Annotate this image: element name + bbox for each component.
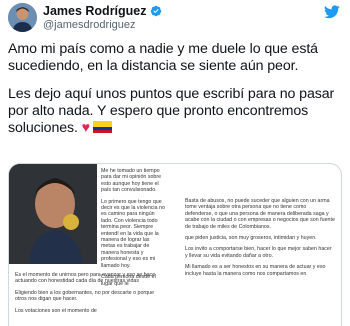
tweet-text: Amo mi país como a nadie y me duele lo q… bbox=[8, 41, 342, 137]
avatar[interactable] bbox=[8, 3, 37, 32]
twitter-bird-icon[interactable] bbox=[324, 5, 340, 19]
document-paragraph: Mi llamado es a ser honestos en su maner… bbox=[185, 264, 326, 277]
verified-badge-icon bbox=[150, 5, 161, 17]
document-paragraph: que piden justicia, son muy groseros, in… bbox=[185, 235, 317, 242]
tweet-paragraph: Amo mi país como a nadie y me duele lo q… bbox=[8, 41, 318, 74]
tweet-paragraph-text: Les dejo aquí unos puntos que escribí pa… bbox=[8, 86, 335, 136]
document-paragraph: Los votaciones son el momento de bbox=[15, 307, 97, 314]
display-name[interactable]: James Rodríguez bbox=[43, 4, 147, 18]
heart-emoji-icon: ♥ bbox=[81, 120, 91, 136]
document-paragraph: Me he tomado un tiempo para dar mi opini… bbox=[101, 168, 162, 194]
colombia-flag-icon bbox=[93, 121, 113, 133]
player-photo bbox=[9, 164, 97, 264]
document-paragraph: Los invito a comportarse bien, hacer lo … bbox=[185, 246, 332, 259]
document-paragraph: Lo primero que tengo que decir es que la… bbox=[101, 198, 165, 269]
document-column: Es el momento de unirnos pero para avanz… bbox=[15, 272, 165, 319]
document-paragraph: Eligiendo bien a los gobernantes, no por… bbox=[15, 289, 154, 303]
tweet-media-image[interactable]: Me he tomado un tiempo para dar mi opini… bbox=[8, 163, 342, 326]
user-handle[interactable]: @jamesdrodriguez bbox=[43, 19, 136, 31]
document-column: Basta de abusos, no puede suceder que al… bbox=[185, 198, 335, 282]
tweet-header: James Rodríguez @jamesdrodriguez bbox=[0, 0, 350, 34]
tweet-paragraph: Les dejo aquí unos puntos que escribí pa… bbox=[8, 86, 342, 137]
document-paragraph: Es el momento de unirnos pero para avanz… bbox=[15, 272, 156, 285]
document-paragraph: Basta de abusos, no puede suceder que al… bbox=[185, 198, 335, 230]
